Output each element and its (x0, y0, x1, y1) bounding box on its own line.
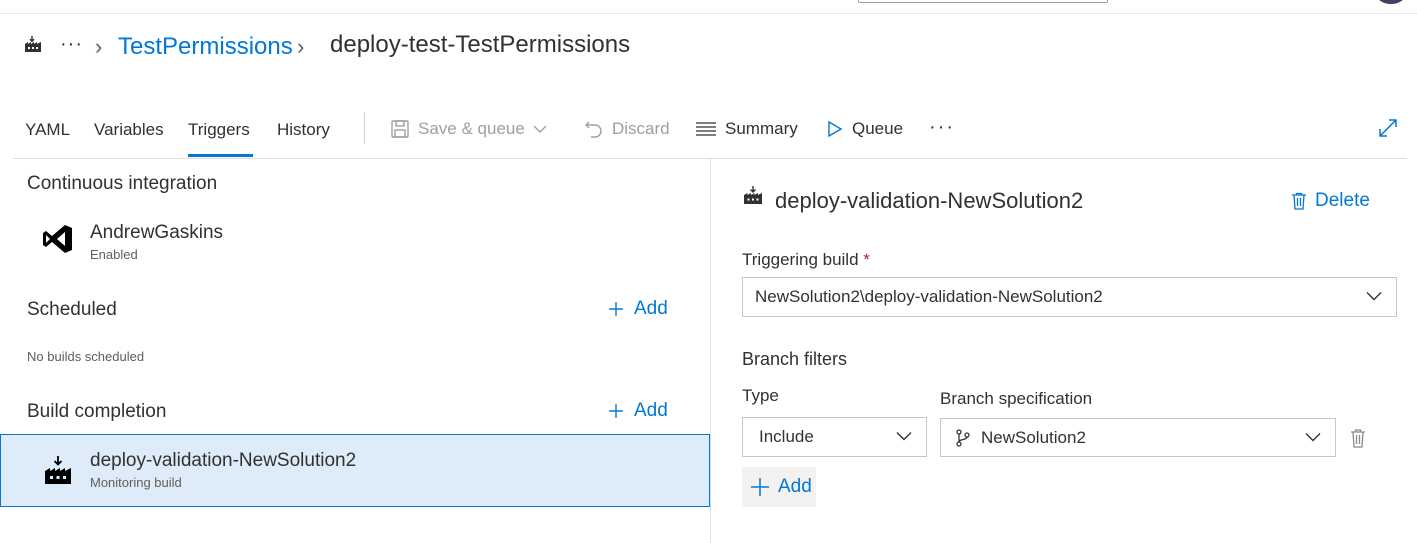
top-divider (0, 13, 1417, 14)
chevron-right-icon: › (297, 34, 305, 59)
tab-history[interactable]: History (277, 119, 330, 141)
remove-filter-trash-icon[interactable] (1350, 428, 1366, 448)
toolbar-more-button[interactable]: ··· (929, 116, 955, 139)
global-search-input[interactable] (858, 0, 1108, 3)
delete-trigger-button[interactable]: Delete (1291, 189, 1370, 213)
pane-divider[interactable] (710, 159, 711, 543)
scheduled-section-title: Scheduled (27, 299, 117, 320)
expand-icon[interactable] (1378, 118, 1398, 138)
triggering-build-label-text: Triggering build (742, 250, 859, 269)
discard-button[interactable]: Discard (584, 117, 670, 141)
plus-icon (609, 404, 623, 418)
type-value: Include (759, 427, 814, 446)
triggering-build-value: NewSolution2\deploy-validation-NewSoluti… (755, 287, 1103, 306)
scheduled-empty-text: No builds scheduled (27, 349, 145, 364)
add-branch-filter-label: Add (778, 476, 812, 497)
save-icon (391, 120, 409, 138)
triggering-build-dropdown[interactable]: NewSolution2\deploy-validation-NewSoluti… (742, 277, 1397, 317)
user-avatar[interactable] (1377, 0, 1405, 4)
scheduled-add-label: Add (634, 298, 668, 319)
delete-label: Delete (1315, 190, 1370, 211)
tab-variables[interactable]: Variables (94, 119, 164, 141)
build-pipeline-icon (744, 186, 762, 204)
add-branch-filter-button[interactable]: Add (742, 467, 816, 507)
undo-icon (585, 121, 602, 138)
type-label: Type (742, 386, 779, 405)
save-queue-label: Save & queue (418, 119, 525, 138)
build-pipeline-icon (45, 456, 71, 484)
breadcrumb-more-button[interactable]: ··· (60, 34, 83, 54)
chevron-down-icon (896, 432, 912, 441)
branch-filters-title: Branch filters (742, 349, 848, 369)
required-indicator: * (863, 250, 870, 269)
build-completion-item-status: Monitoring build (90, 475, 182, 490)
breadcrumb-project-link[interactable]: TestPermissions (118, 33, 293, 61)
summary-button[interactable]: Summary (695, 117, 798, 141)
trash-icon (1292, 192, 1306, 210)
branch-spec-value: NewSolution2 (981, 427, 1086, 447)
trigger-detail-title: deploy-validation-NewSolution2 (775, 188, 1084, 213)
build-pipeline-icon (25, 36, 41, 52)
page-title: deploy-test-TestPermissions (330, 31, 631, 58)
plus-icon (751, 478, 769, 496)
build-completion-add-button[interactable]: Add (608, 399, 668, 423)
toolbar-divider (364, 112, 365, 144)
ci-item-name: AndrewGaskins (90, 222, 224, 243)
build-completion-item-text: deploy-validation-NewSolution2 Monitorin… (90, 449, 356, 491)
ci-item-status: Enabled (90, 247, 138, 262)
save-queue-button[interactable]: Save & queue (390, 117, 555, 141)
branch-icon (956, 428, 970, 447)
ci-section-title: Continuous integration (27, 173, 218, 194)
list-icon (696, 122, 716, 136)
triggering-build-label: Triggering build * (742, 249, 870, 271)
branch-spec-label: Branch specification (940, 389, 1093, 408)
scheduled-add-button[interactable]: Add (608, 297, 668, 321)
plus-icon (609, 302, 623, 316)
tab-yaml[interactable]: YAML (25, 119, 70, 141)
active-tab-indicator (188, 154, 253, 157)
discard-label: Discard (612, 119, 670, 138)
queue-label: Queue (852, 119, 904, 138)
branch-spec-dropdown[interactable]: NewSolution2 (940, 418, 1336, 457)
chevron-right-icon: › (95, 34, 103, 59)
visual-studio-icon (43, 225, 72, 253)
tab-triggers[interactable]: Triggers (188, 119, 250, 141)
build-completion-section-title: Build completion (27, 401, 167, 422)
play-icon (828, 120, 843, 138)
type-dropdown[interactable]: Include (742, 417, 927, 457)
summary-label: Summary (725, 119, 798, 138)
build-completion-item-name: deploy-validation-NewSolution2 (90, 450, 357, 471)
queue-button[interactable]: Queue (826, 117, 903, 141)
build-completion-add-label: Add (634, 400, 668, 421)
chevron-down-icon (1366, 292, 1382, 301)
chevron-down-icon (533, 125, 547, 133)
chevron-down-icon (1305, 432, 1321, 441)
ci-item[interactable]: AndrewGaskins Enabled (90, 221, 223, 263)
